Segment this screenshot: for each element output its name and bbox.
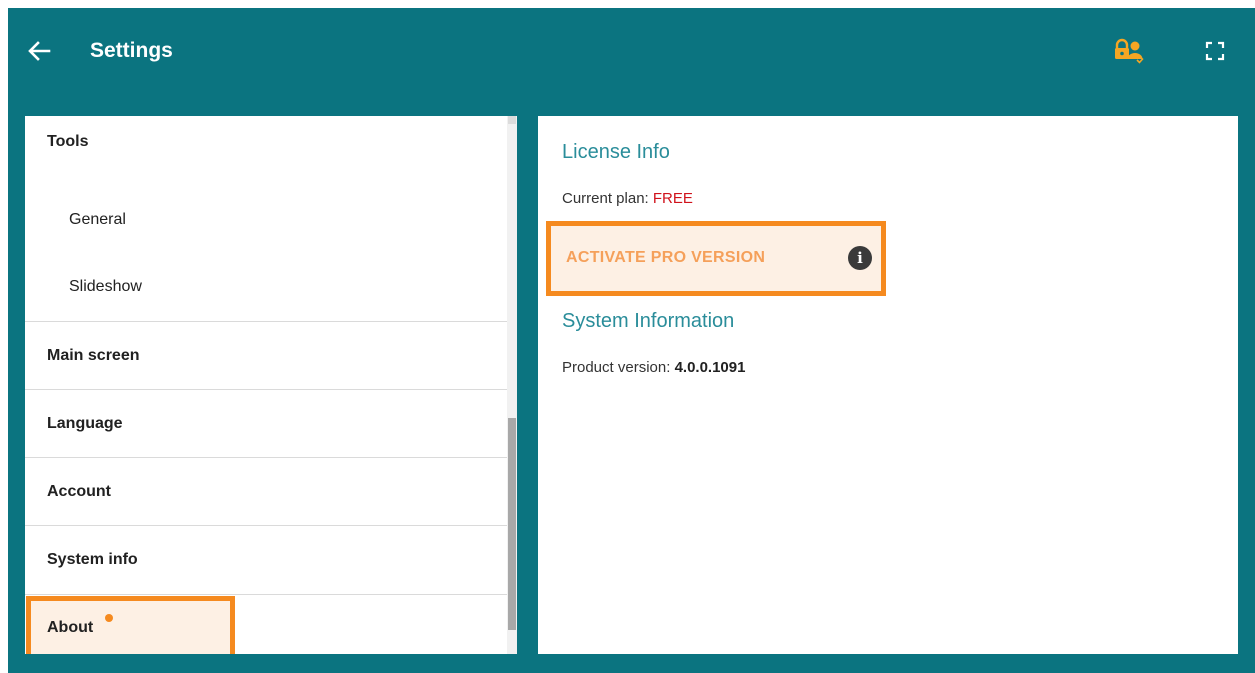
sidebar-item-label: General xyxy=(69,210,126,228)
lock-user-icon xyxy=(1115,38,1144,64)
header-bar: Settings xyxy=(8,8,1255,94)
scrollbar-thumb[interactable] xyxy=(508,418,516,630)
back-button[interactable] xyxy=(25,37,53,65)
sidebar-scrollbar[interactable] xyxy=(507,116,517,654)
product-version-line: Product version: 4.0.0.1091 xyxy=(562,359,745,376)
sidebar-heading-tools: Tools xyxy=(47,133,89,150)
sidebar-item-account[interactable]: Account xyxy=(25,458,507,526)
product-version-value: 4.0.0.1091 xyxy=(674,359,746,376)
arrow-left-icon xyxy=(28,41,51,61)
lock-user-button[interactable] xyxy=(1114,38,1144,64)
sidebar-item-label: System info xyxy=(47,551,138,568)
sidebar-item-language[interactable]: Language xyxy=(25,390,507,458)
sidebar-item-label: Account xyxy=(47,482,111,500)
fullscreen-icon xyxy=(1205,41,1225,61)
system-information-title: System Information xyxy=(562,310,735,332)
current-plan-label: Current plan: xyxy=(562,190,653,207)
sidebar-item-label: About xyxy=(47,619,94,636)
sidebar-item-label: Language xyxy=(47,414,123,432)
sidebar-item-label: Main screen xyxy=(47,346,140,364)
sidebar-item-about[interactable]: About xyxy=(25,596,507,654)
settings-content-panel: License Info Current plan: FREE ACTIVATE… xyxy=(538,116,1238,654)
sidebar-item-label: Slideshow xyxy=(69,278,142,295)
notification-dot xyxy=(105,614,113,622)
license-info-title: License Info xyxy=(562,141,670,163)
fullscreen-button[interactable] xyxy=(1203,39,1227,63)
current-plan-line: Current plan: FREE xyxy=(562,190,693,207)
sidebar-item-slideshow[interactable]: Slideshow xyxy=(25,253,507,322)
app-window: Settings Tools General Slideshow Main sc… xyxy=(8,8,1255,673)
activate-pro-button[interactable]: ACTIVATE PRO VERSION xyxy=(566,249,765,267)
page-title: Settings xyxy=(90,39,173,62)
sidebar-item-main-screen[interactable]: Main screen xyxy=(25,322,507,390)
product-version-label: Product version: xyxy=(562,359,675,376)
info-icon[interactable]: i xyxy=(848,246,872,270)
scrollbar-top-cap xyxy=(508,116,516,124)
sidebar-item-general[interactable]: General xyxy=(25,186,507,253)
sidebar-item-system-info[interactable]: System info xyxy=(25,526,507,595)
current-plan-value: FREE xyxy=(652,190,693,207)
settings-sidebar: Tools General Slideshow Main screen Lang… xyxy=(25,116,517,654)
